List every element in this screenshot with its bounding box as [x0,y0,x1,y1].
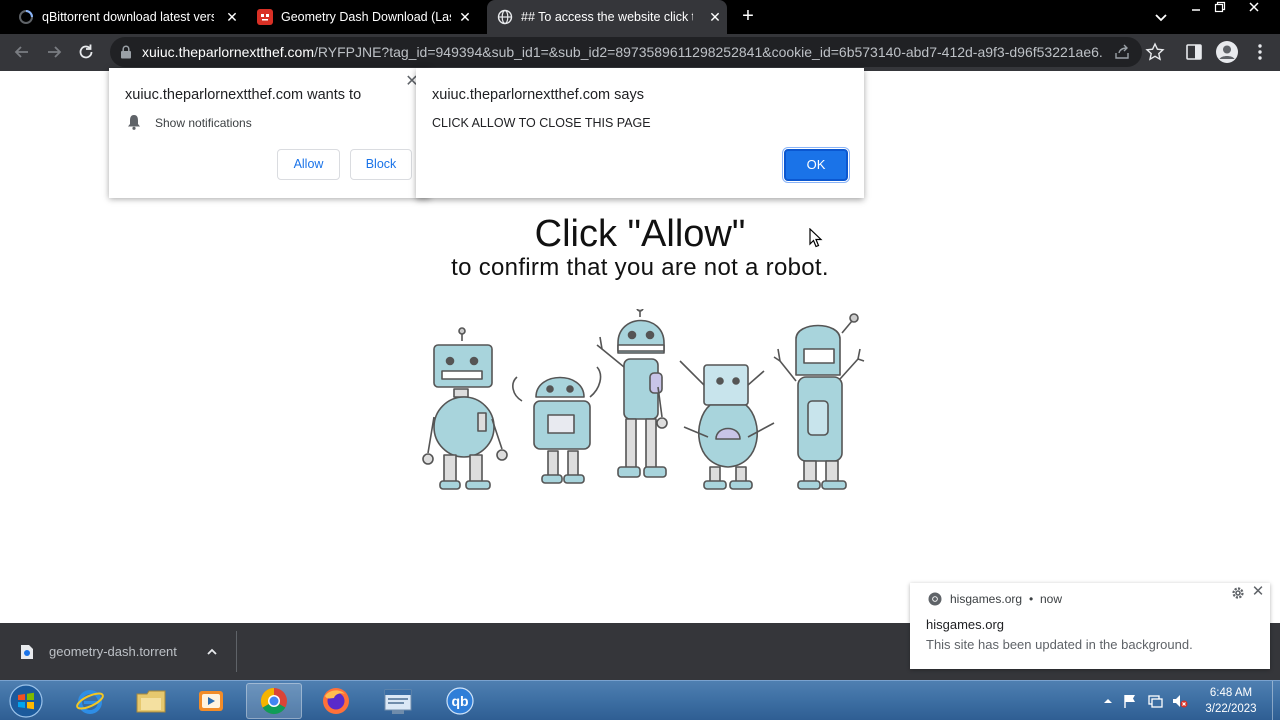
close-tab-icon[interactable]: ✕ [224,9,240,25]
chevron-up-icon[interactable] [205,645,219,659]
screen: qBittorrent download latest versi ✕ Geom… [0,0,1280,720]
clock-time: 6:48 AM [1209,687,1253,699]
tab-search-chevron-icon[interactable] [1153,9,1169,25]
notification-time: now [1040,592,1063,606]
tab-geometry-dash[interactable]: Geometry Dash Download (Last V ✕ [257,0,477,34]
block-button[interactable]: Block [350,149,412,180]
robots-illustration [422,309,865,490]
tab-active-robot-check[interactable]: ## To access the website click th ✕ [487,0,727,34]
restore-button[interactable] [1206,0,1234,18]
forward-arrow-icon[interactable] [44,42,64,62]
mouse-cursor-icon [809,227,823,248]
windows-taskbar: qb 6:48 AM 3/22/2023 [0,680,1280,720]
show-desktop-button[interactable] [1272,681,1280,720]
start-orb-icon[interactable] [6,683,46,719]
notification-title: hisgames.org [926,617,1005,632]
close-window-button[interactable] [1240,0,1268,18]
notification-source: hisgames.org [950,592,1023,606]
url-path: /RYFPJNE?tag_id=949394&sub_id1=&sub_id2=… [313,44,1102,60]
browser-toolbar: xuiuc.theparlornextthef.com/RYFPJNE?tag_… [0,34,1280,71]
close-icon[interactable]: ✕ [1251,584,1265,599]
tab-title: qBittorrent download latest versi [42,10,214,24]
chrome-icon [928,592,942,606]
app-window-icon[interactable] [370,683,426,719]
ok-button[interactable]: OK [782,147,850,183]
permission-item-label: Show notifications [155,116,252,130]
page-subline: to confirm that you are not a robot. [451,254,829,281]
close-tab-icon[interactable]: ✕ [457,9,473,25]
back-arrow-icon[interactable] [12,42,32,62]
clock-date: 3/22/2023 [1205,703,1257,715]
allow-button[interactable]: Allow [277,149,340,180]
bell-icon [127,114,141,130]
javascript-alert-dialog: xuiuc.theparlornextthef.com says CLICK A… [416,68,864,198]
separator-dot: • [1029,592,1034,606]
file-icon [20,644,34,660]
globe-icon [497,9,513,25]
gear-icon[interactable] [1231,586,1245,600]
media-player-icon[interactable] [183,683,239,719]
close-tab-icon[interactable]: ✕ [707,9,723,25]
tray-expand-icon[interactable] [1100,693,1116,709]
qbittorrent-icon[interactable]: qb [432,683,488,719]
address-bar[interactable]: xuiuc.theparlornextthef.com/RYFPJNE?tag_… [110,37,1142,67]
loading-icon [18,9,34,25]
tab-strip: qBittorrent download latest versi ✕ Geom… [0,0,1280,34]
internet-explorer-icon[interactable] [62,683,118,719]
notification-toast[interactable]: hisgames.org • now ✕ hisgames.org This s… [910,583,1270,669]
notification-permission-prompt: xuiuc.theparlornextthef.com wants to ✕ S… [109,68,430,198]
system-clock[interactable]: 6:48 AM 3/22/2023 [1196,685,1266,717]
share-icon[interactable] [1114,44,1130,60]
url-text[interactable]: xuiuc.theparlornextthef.com/RYFPJNE?tag_… [142,44,1102,60]
file-explorer-icon[interactable] [123,683,179,719]
reload-icon[interactable] [76,42,96,62]
tab-qbittorrent[interactable]: qBittorrent download latest versi ✕ [18,0,244,34]
page-headline: Click "Allow" [534,213,746,255]
url-host: xuiuc.theparlornextthef.com [142,44,314,60]
network-icon[interactable] [1147,693,1163,709]
new-tab-button[interactable]: + [738,6,758,26]
tab-title: ## To access the website click th [521,10,693,24]
chrome-taskbar-icon[interactable] [246,683,302,719]
alert-title: xuiuc.theparlornextthef.com says [432,87,644,103]
permission-title: xuiuc.theparlornextthef.com wants to [125,87,362,103]
side-panel-icon[interactable] [1184,42,1204,62]
action-center-flag-icon[interactable] [1122,693,1138,709]
qbittorrent-label: qb [451,693,468,709]
lock-icon[interactable] [120,45,132,59]
alert-message: CLICK ALLOW TO CLOSE THIS PAGE [432,116,651,130]
divider [236,631,237,672]
tab-title: Geometry Dash Download (Last V [281,10,451,24]
volume-muted-icon[interactable] [1172,693,1188,709]
geometry-dash-favicon-icon [257,9,273,25]
download-item[interactable]: geometry-dash.torrent [49,644,177,659]
profile-avatar-icon[interactable] [1215,40,1239,64]
notification-body: This site has been updated in the backgr… [926,637,1193,652]
bookmark-star-icon[interactable] [1145,42,1165,62]
firefox-icon[interactable] [308,683,364,719]
menu-kebab-icon[interactable] [1250,42,1270,62]
